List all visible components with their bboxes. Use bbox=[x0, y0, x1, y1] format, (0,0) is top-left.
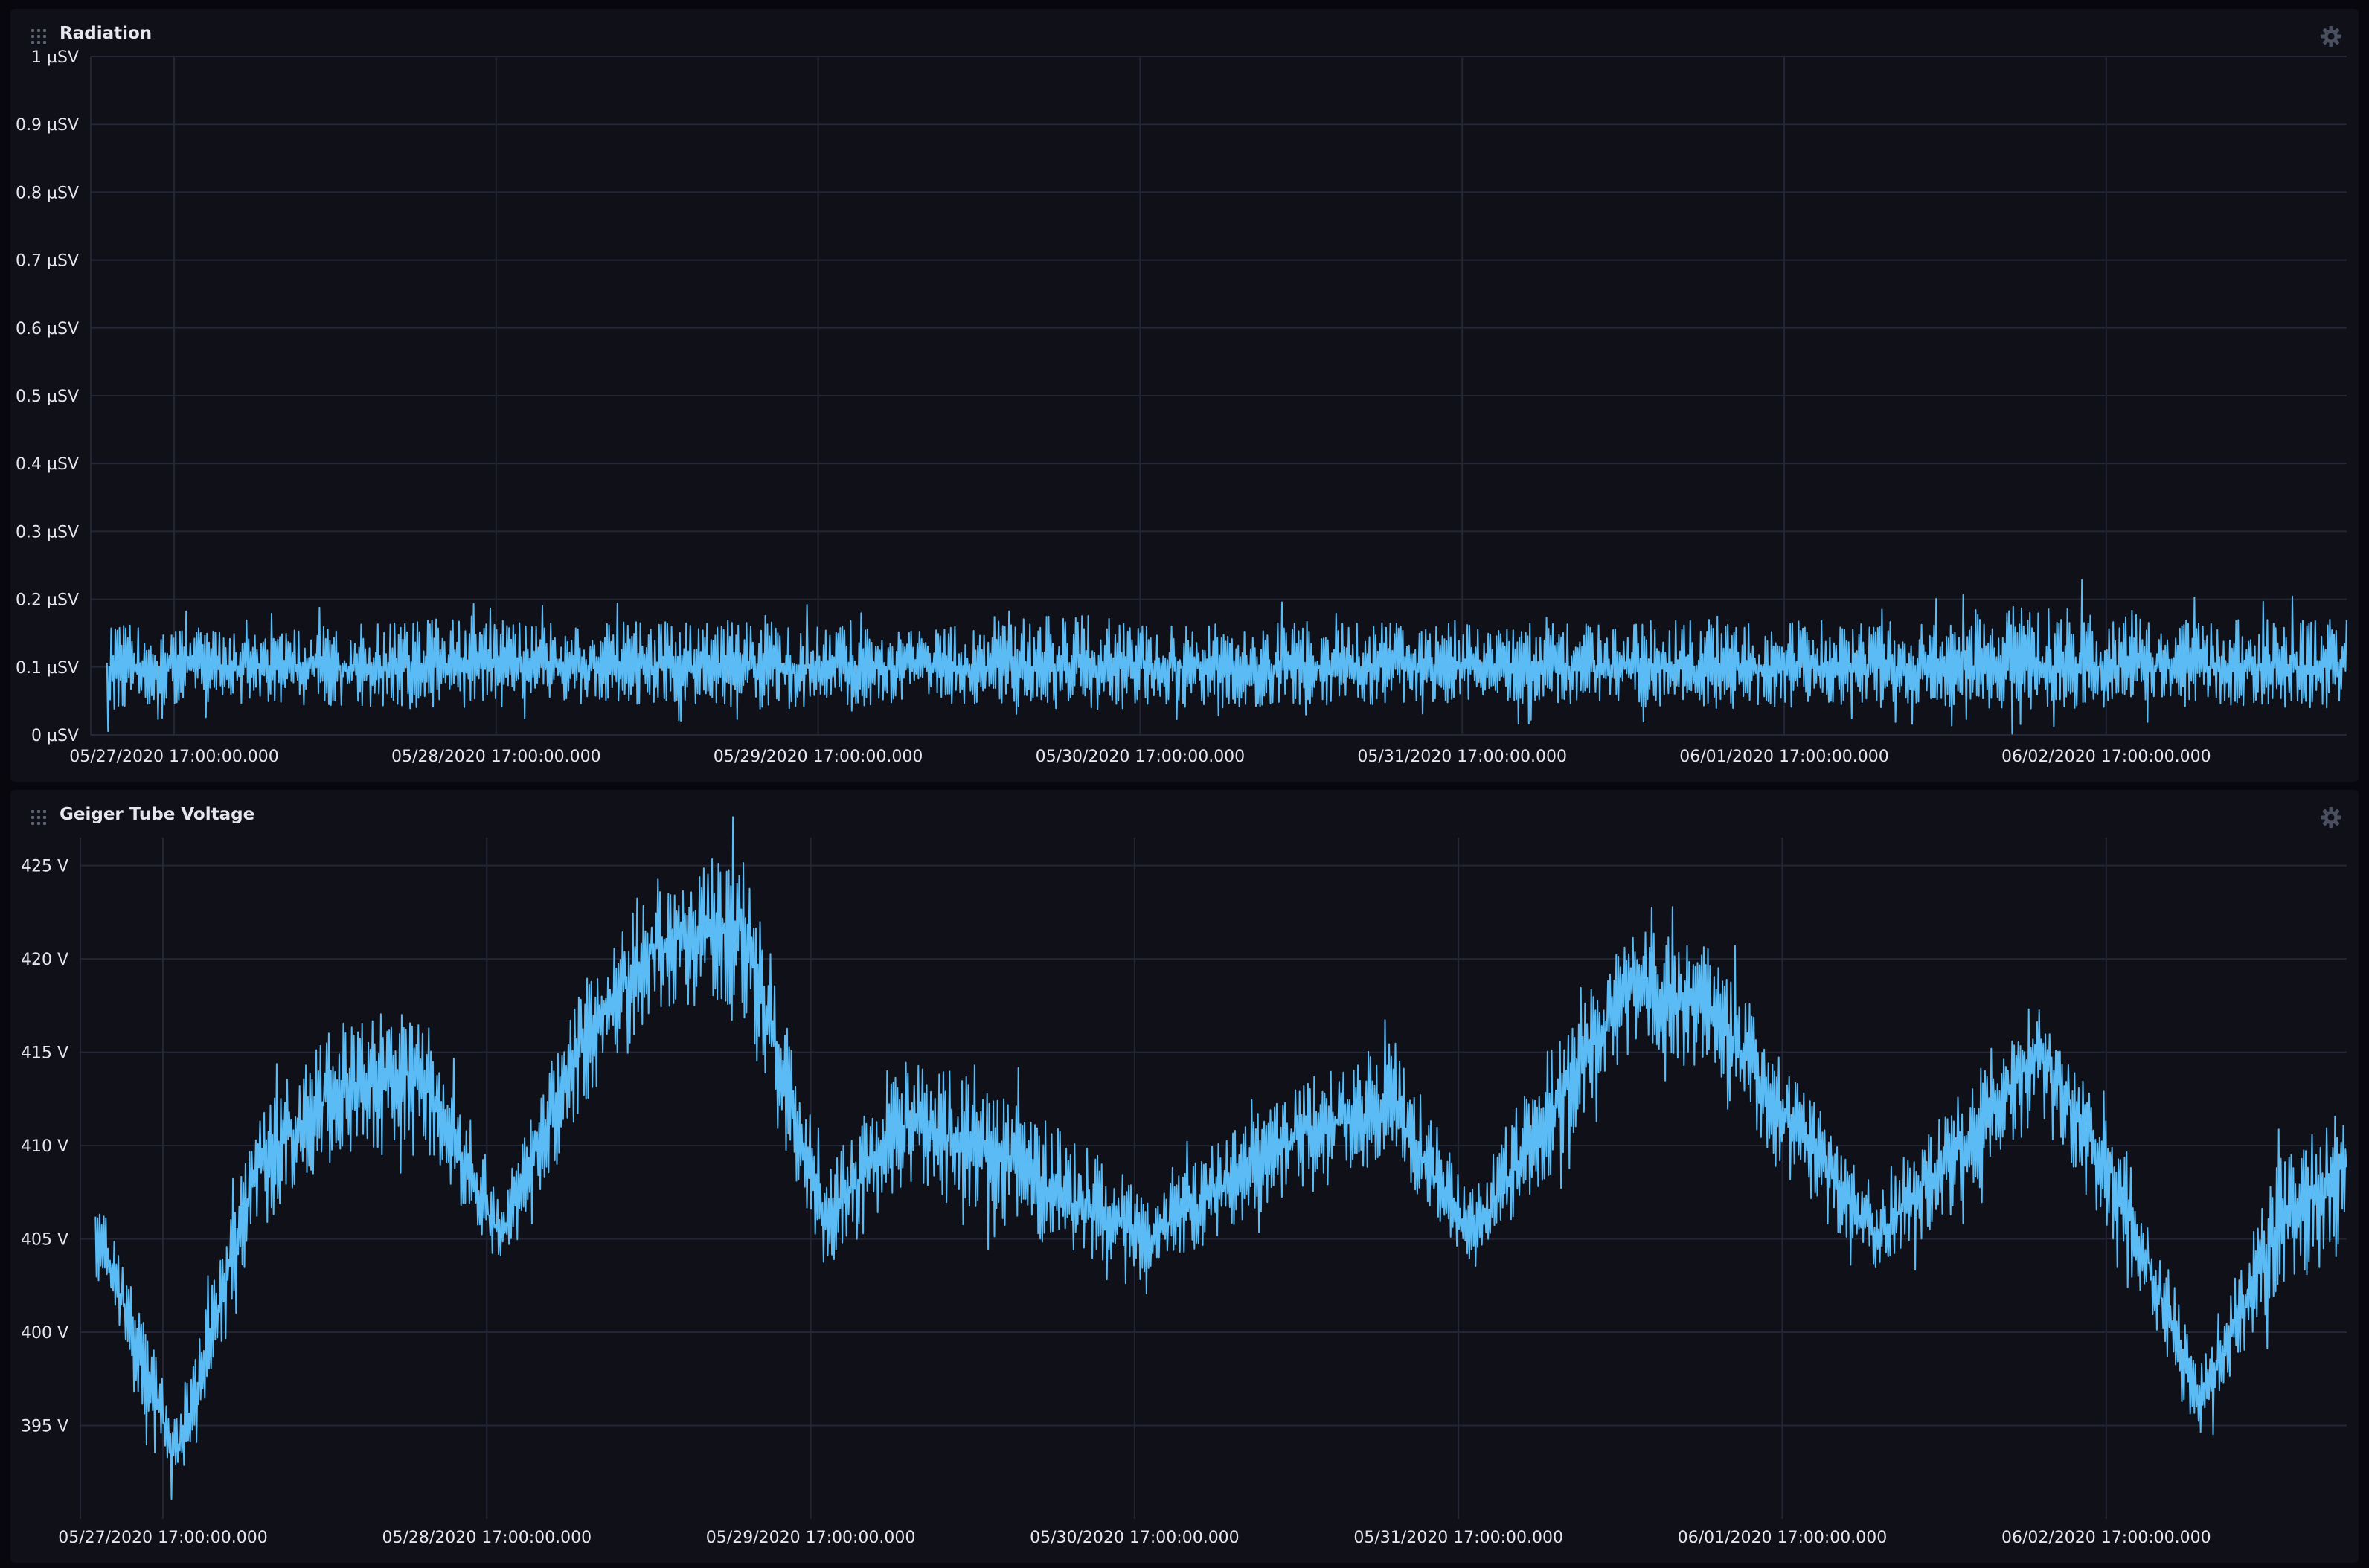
series-line bbox=[106, 579, 2347, 735]
y-tick-label: 0.1 µSV bbox=[16, 659, 79, 678]
grid-lines bbox=[80, 838, 2347, 1519]
y-tick-label: 0.9 µSV bbox=[16, 116, 79, 135]
y-tick-label: 0 µSV bbox=[31, 727, 79, 745]
y-tick-label: 1 µSV bbox=[31, 48, 79, 67]
y-tick-label: 0.6 µSV bbox=[16, 320, 79, 338]
voltage-cell: Geiger Tube Voltage 395 V 400 V 405 V 410 V… bbox=[10, 790, 2359, 1563]
x-tick-label: 05/28/2020 17:00:00.000 bbox=[391, 748, 601, 766]
x-tick-label: 06/02/2020 17:00:00.000 bbox=[2001, 748, 2211, 766]
x-tick-label: 05/31/2020 17:00:00.000 bbox=[1353, 1529, 1563, 1547]
y-tick-label: 410 V bbox=[21, 1137, 68, 1156]
y-tick-label: 405 V bbox=[21, 1231, 68, 1250]
y-tick-label: 0.7 µSV bbox=[16, 252, 79, 271]
y-tick-label: 0.3 µSV bbox=[16, 523, 79, 542]
radiation-chart: 0 µSV 0.1 µSV 0.2 µSV 0.3 µSV 0.4 µSV 0.5 µSV… bbox=[16, 48, 2347, 766]
x-tick-label: 05/28/2020 17:00:00.000 bbox=[382, 1529, 592, 1547]
x-tick-label: 05/29/2020 17:00:00.000 bbox=[714, 748, 923, 766]
y-tick-label: 0.8 µSV bbox=[16, 184, 79, 202]
y-tick-label: 0.2 µSV bbox=[16, 591, 79, 610]
x-tick-label: 05/30/2020 17:00:00.000 bbox=[1036, 748, 1246, 766]
voltage-chart: 395 V 400 V 405 V 410 V 415 V 420 V 425 V 05/27… bbox=[21, 816, 2347, 1547]
y-tick-label: 400 V bbox=[21, 1324, 68, 1343]
y-tick-label: 415 V bbox=[21, 1044, 68, 1063]
y-tick-label: 425 V bbox=[21, 858, 68, 876]
radiation-cell: Radiation 0 µSV 0.1 µSV 0.2 µSV 0.3 µSV 0.4 … bbox=[10, 9, 2359, 782]
x-tick-label: 06/02/2020 17:00:00.000 bbox=[2001, 1529, 2211, 1547]
y-tick-label: 395 V bbox=[21, 1418, 68, 1436]
x-tick-label: 05/27/2020 17:00:00.000 bbox=[69, 748, 279, 766]
x-tick-label: 05/27/2020 17:00:00.000 bbox=[58, 1529, 268, 1547]
series-line bbox=[94, 816, 2347, 1500]
y-tick-label: 0.5 µSV bbox=[16, 388, 79, 406]
x-tick-label: 05/30/2020 17:00:00.000 bbox=[1030, 1529, 1240, 1547]
x-tick-label: 05/31/2020 17:00:00.000 bbox=[1357, 748, 1567, 766]
y-tick-label: 0.4 µSV bbox=[16, 455, 79, 474]
x-tick-label: 06/01/2020 17:00:00.000 bbox=[1679, 748, 1889, 766]
y-tick-label: 420 V bbox=[21, 951, 68, 969]
x-tick-label: 06/01/2020 17:00:00.000 bbox=[1678, 1529, 1888, 1547]
x-tick-label: 05/29/2020 17:00:00.000 bbox=[706, 1529, 916, 1547]
